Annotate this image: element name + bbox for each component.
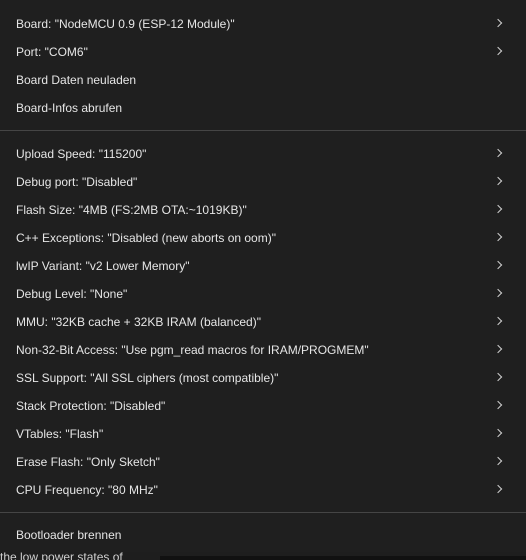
menu-item-upload-speed[interactable]: Upload Speed: "115200"	[0, 140, 526, 168]
menu-item-label: Port: "COM6"	[16, 45, 88, 59]
menu-item-label: MMU: "32KB cache + 32KB IRAM (balanced)"	[16, 315, 261, 329]
menu-item-board[interactable]: Board: "NodeMCU 0.9 (ESP-12 Module)"	[0, 10, 526, 38]
menu-item-label: Debug port: "Disabled"	[16, 175, 138, 189]
menu-item-get-board-info[interactable]: Board-Infos abrufen	[0, 94, 526, 122]
menu-item-vtables[interactable]: VTables: "Flash"	[0, 420, 526, 448]
menu-item-label: Flash Size: "4MB (FS:2MB OTA:~1019KB)"	[16, 203, 247, 217]
chevron-right-icon	[493, 46, 503, 56]
menu-item-cpu-frequency[interactable]: CPU Frequency: "80 MHz"	[0, 476, 526, 504]
menu-item-label: Upload Speed: "115200"	[16, 147, 147, 161]
menu-spacer	[0, 131, 526, 140]
menu-item-debug-port[interactable]: Debug port: "Disabled"	[0, 168, 526, 196]
menu-item-lwip-variant[interactable]: lwIP Variant: "v2 Lower Memory"	[0, 252, 526, 280]
chevron-right-icon	[493, 18, 503, 28]
menu-item-flash-size[interactable]: Flash Size: "4MB (FS:2MB OTA:~1019KB)"	[0, 196, 526, 224]
menu-item-label: SSL Support: "All SSL ciphers (most comp…	[16, 371, 279, 385]
chevron-right-icon	[493, 344, 503, 354]
chevron-right-icon	[493, 484, 503, 494]
menu-item-ssl-support[interactable]: SSL Support: "All SSL ciphers (most comp…	[0, 364, 526, 392]
menu-item-non-32-bit-access[interactable]: Non-32-Bit Access: "Use pgm_read macros …	[0, 336, 526, 364]
menu-spacer	[0, 122, 526, 130]
chevron-right-icon	[493, 400, 503, 410]
menu-item-label: Debug Level: "None"	[16, 287, 128, 301]
menu-item-label: C++ Exceptions: "Disabled (new aborts on…	[16, 231, 276, 245]
chevron-right-icon	[493, 148, 503, 158]
menu-item-label: lwIP Variant: "v2 Lower Memory"	[16, 259, 190, 273]
chevron-right-icon	[493, 372, 503, 382]
menu-spacer	[0, 504, 526, 512]
menu-item-erase-flash[interactable]: Erase Flash: "Only Sketch"	[0, 448, 526, 476]
menu-item-debug-level[interactable]: Debug Level: "None"	[0, 280, 526, 308]
menu-item-label: Non-32-Bit Access: "Use pgm_read macros …	[16, 343, 369, 357]
chevron-right-icon	[493, 232, 503, 242]
chevron-right-icon	[493, 316, 503, 326]
menu-item-label: Bootloader brennen	[16, 528, 122, 542]
menu-item-stack-protection[interactable]: Stack Protection: "Disabled"	[0, 392, 526, 420]
chevron-right-icon	[493, 288, 503, 298]
background-editor-strip: the low power states of	[0, 552, 526, 560]
chevron-right-icon	[493, 176, 503, 186]
background-text: the low power states of	[0, 552, 123, 560]
background-dark-bar	[160, 556, 526, 560]
menu-item-reload-board-data[interactable]: Board Daten neuladen	[0, 66, 526, 94]
chevron-right-icon	[493, 204, 503, 214]
menu-item-label: VTables: "Flash"	[16, 427, 104, 441]
tools-menu: Board: "NodeMCU 0.9 (ESP-12 Module)" Por…	[0, 0, 526, 552]
menu-item-label: Board: "NodeMCU 0.9 (ESP-12 Module)"	[16, 17, 235, 31]
menu-item-cpp-exceptions[interactable]: C++ Exceptions: "Disabled (new aborts on…	[0, 224, 526, 252]
menu-top-padding	[0, 0, 526, 10]
menu-item-label: Board Daten neuladen	[16, 73, 137, 87]
chevron-right-icon	[493, 428, 503, 438]
menu-item-mmu[interactable]: MMU: "32KB cache + 32KB IRAM (balanced)"	[0, 308, 526, 336]
menu-spacer	[0, 513, 526, 521]
menu-item-label: CPU Frequency: "80 MHz"	[16, 483, 158, 497]
chevron-right-icon	[493, 260, 503, 270]
menu-item-label: Erase Flash: "Only Sketch"	[16, 455, 160, 469]
chevron-right-icon	[493, 456, 503, 466]
menu-item-label: Stack Protection: "Disabled"	[16, 399, 166, 413]
menu-item-port[interactable]: Port: "COM6"	[0, 38, 526, 66]
menu-item-burn-bootloader[interactable]: Bootloader brennen	[0, 521, 526, 549]
menu-item-label: Board-Infos abrufen	[16, 101, 123, 115]
